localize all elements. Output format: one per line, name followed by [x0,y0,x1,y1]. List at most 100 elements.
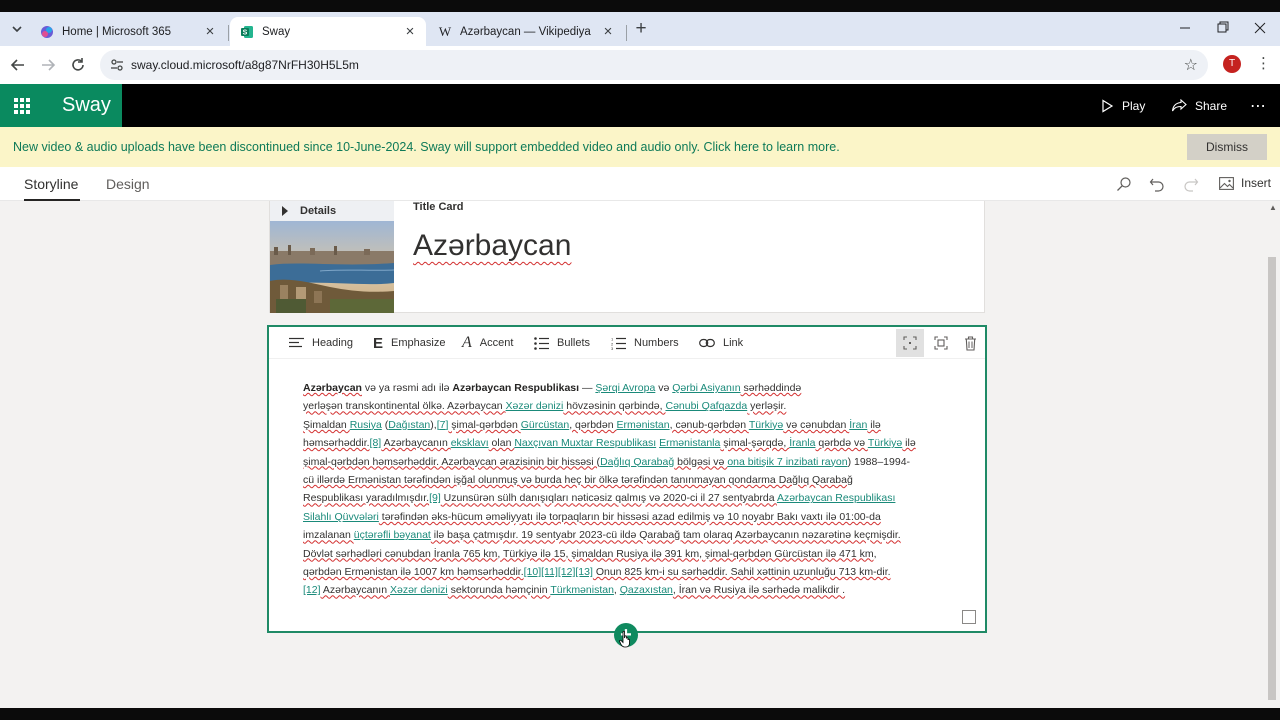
heading-button[interactable]: Heading [289,327,353,359]
tab-home-microsoft365[interactable]: Home | Microsoft 365 × [30,17,226,46]
scroll-up-arrow-icon[interactable]: ▲ [1269,203,1277,212]
hyperlink[interactable]: Qərbi Asiyanın [672,382,740,394]
bullets-icon [534,336,549,350]
minimize-button[interactable] [1173,18,1197,38]
share-icon [1171,98,1187,111]
details-label: Details [300,205,337,217]
more-options-icon[interactable]: ⋯ [1250,84,1267,127]
reload-icon[interactable] [68,55,88,75]
hyperlink[interactable]: Ermənistan [617,419,670,431]
hyperlink[interactable]: Silahlı Qüvvələri [303,511,379,523]
hyperlink[interactable]: Türkmənistan [550,584,614,596]
undo-icon[interactable] [1148,175,1166,193]
profile-avatar[interactable]: T [1223,55,1241,73]
tab-storyline[interactable]: Storyline [24,176,78,192]
details-toggle[interactable]: Details [270,201,394,221]
redo-icon[interactable] [1182,175,1200,193]
storyline-canvas[interactable]: Details Title Card Azərbaycan Heading E … [0,201,1266,708]
citation-link[interactable]: [12] [303,584,321,596]
accent-button[interactable]: A Accent [462,327,513,359]
tab-wikipedia[interactable]: W Azərbaycan — Vikipediya × [428,17,624,46]
text-run: , qərbdən [569,418,617,431]
hyperlink[interactable]: Qazaxıstan [620,584,673,596]
text-run: sərhəddində [740,382,802,394]
window-bottom-edge [0,708,1280,720]
hyperlink[interactable]: Azərbaycan Respublikası [777,492,895,504]
tab-close-icon[interactable]: × [402,23,418,40]
address-bar[interactable]: sway.cloud.microsoft/a8g87NrFH30H5L5m ☆ [100,50,1208,80]
bullets-button[interactable]: Bullets [534,327,590,359]
card-body-text[interactable]: Azərbaycan və ya rəsmi adı ilə Azərbayca… [303,379,953,600]
card-select-checkbox[interactable] [962,610,976,624]
microsoft365-icon [40,25,54,39]
title-background-image[interactable] [270,221,394,313]
tab-sway[interactable]: S Sway × [230,17,426,46]
numbers-button[interactable]: 123 Numbers [611,327,679,359]
citation-link[interactable]: [8] [370,437,382,449]
browser-tab-bar: Home | Microsoft 365 × S Sway × W Azərba… [0,12,1280,46]
hyperlink[interactable]: üçtərəfli bəyanat [354,529,431,541]
text-card[interactable]: Heading E Emphasize A Accent Bullets 123 [267,325,987,633]
emphasize-button[interactable]: E Emphasize [373,327,445,359]
hyperlink[interactable]: eksklavı [451,437,489,449]
citation-link[interactable]: [7] [437,419,449,431]
forward-arrow-icon[interactable] [38,55,58,75]
hyperlink[interactable]: Şərqi Avropa [595,382,655,394]
hyperlink[interactable]: Gürcüstan [521,419,569,431]
insert-button[interactable]: Insert [1219,176,1271,190]
hyperlink[interactable]: İranla [789,437,815,449]
text-run: ilə [867,418,881,431]
sway-title[interactable]: Azərbaycan [413,229,571,263]
hyperlink[interactable]: Ermənistanla [659,437,720,449]
delete-card-button[interactable] [958,329,982,357]
hyperlink[interactable]: Xəzər dənizi [390,584,448,596]
hyperlink[interactable]: Dağlıq Qarabağ [600,456,674,468]
hyperlink[interactable]: Rusiya [350,419,382,431]
tab-design[interactable]: Design [106,176,150,192]
search-icon[interactable] [1115,175,1133,193]
focus-point-button[interactable] [896,329,924,357]
text-run: sektorunda həmçinin [447,584,551,597]
tab-search-chevron-icon[interactable] [8,20,26,38]
app-brand[interactable]: Sway [43,84,122,127]
url-text[interactable]: sway.cloud.microsoft/a8g87NrFH30H5L5m [131,58,359,72]
hyperlink[interactable]: Türkiyə [868,437,902,449]
hyperlink[interactable]: Xəzər dənizi [506,400,564,412]
scrollbar-thumb[interactable] [1268,257,1276,700]
browser-menu-icon[interactable]: ⋮ [1256,55,1271,73]
new-tab-button[interactable]: + [631,19,651,39]
text-run: ) 1988–1994- [847,455,911,468]
citation-link[interactable]: [9] [429,492,441,504]
title-card[interactable]: Details Title Card Azərbaycan [269,201,985,313]
play-button[interactable]: Play [1100,84,1145,127]
citation-link[interactable]: [10][11][12][13] [524,566,593,578]
site-info-icon[interactable] [110,58,124,72]
restore-button[interactable] [1210,18,1234,38]
hyperlink[interactable]: ona bitişik 7 inzibati rayon [727,456,847,468]
text-run: qərbdə və [815,437,868,450]
tab-close-icon[interactable]: × [202,23,218,40]
hyperlink[interactable]: Cənubi Qafqazda [665,400,747,412]
app-launcher-waffle-icon[interactable] [0,84,43,127]
mouse-pointer-icon [619,631,631,648]
link-button[interactable]: Link [699,327,743,359]
back-arrow-icon[interactable] [8,55,28,75]
close-window-button[interactable] [1248,18,1272,38]
text-run: , cənub-qərbdən [669,418,749,431]
bookmark-star-icon[interactable]: ☆ [1184,55,1198,75]
hyperlink[interactable]: Türkiyə [749,419,783,431]
text-formatting-toolbar: Heading E Emphasize A Accent Bullets 123 [269,327,985,359]
tab-label: Azərbaycan — Vikipediya [460,25,591,38]
heading-label: Heading [312,337,353,349]
link-icon [699,338,715,348]
tab-divider [228,25,229,41]
hyperlink[interactable]: Naxçıvan Muxtar Respublikası [514,437,656,449]
tab-close-icon[interactable]: × [600,23,616,40]
share-button[interactable]: Share [1171,84,1227,127]
hyperlink[interactable]: Dağıstan [388,419,430,431]
fit-size-button[interactable] [927,329,955,357]
dismiss-button[interactable]: Dismiss [1187,134,1267,160]
view-tabs-bar: Storyline Design Insert [0,167,1280,201]
notice-link[interactable]: New video & audio uploads have been disc… [13,140,840,154]
hyperlink[interactable]: İran [849,419,867,431]
